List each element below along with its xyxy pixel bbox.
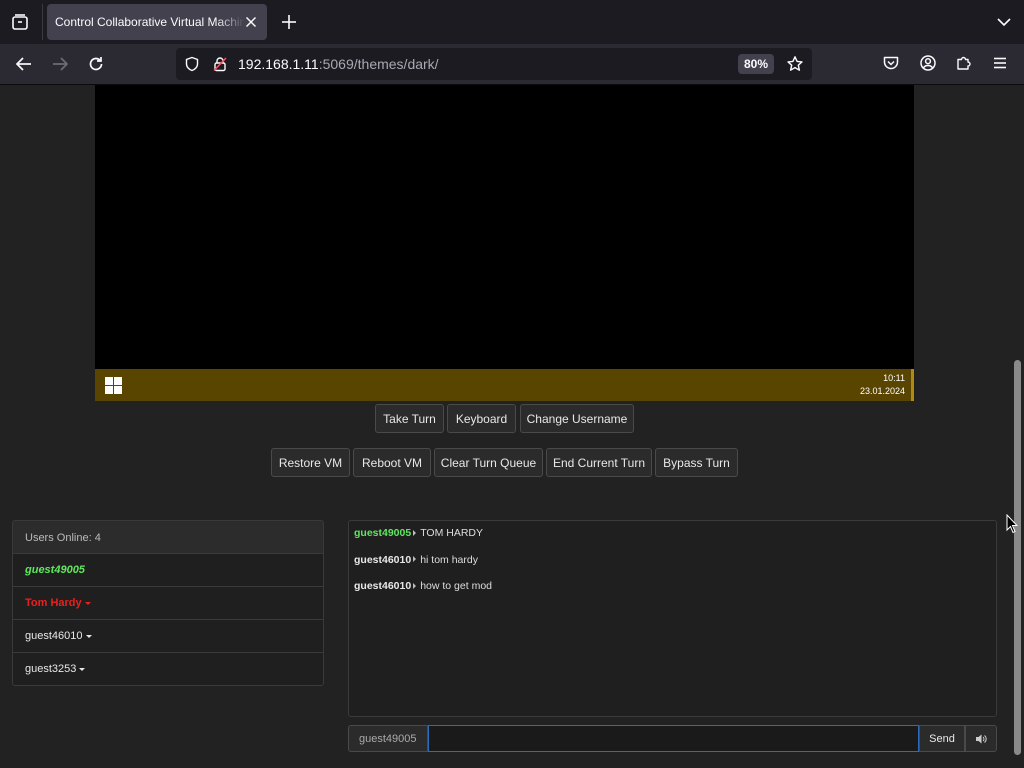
close-icon[interactable] (243, 14, 259, 30)
forward-arrow-icon[interactable] (50, 54, 70, 74)
bookmark-star-icon[interactable] (786, 55, 804, 73)
vm-taskbar[interactable]: 10:11 23.01.2024 (95, 369, 914, 401)
browser-tab-bar: Control Collaborative Virtual Machine (0, 0, 1024, 44)
chat-message-text: how to get mod (420, 580, 492, 592)
users-online-header: Users Online: 4 (13, 521, 323, 554)
chevron-down-icon[interactable] (84, 601, 91, 605)
url-host: 192.168.1.11 (238, 56, 319, 72)
end-current-turn-button[interactable]: End Current Turn (546, 448, 652, 477)
user-name: guest49005 (25, 564, 85, 576)
send-button[interactable]: Send (919, 725, 965, 752)
insecure-lock-icon[interactable] (212, 56, 228, 72)
user-list-item[interactable]: guest49005 (13, 554, 323, 587)
chat-message-user[interactable]: guest46010 (354, 580, 411, 592)
restore-vm-button[interactable]: Restore VM (271, 448, 350, 477)
users-online-panel: Users Online: 4 guest49005 Tom Hardy gue… (12, 520, 324, 686)
url-text[interactable]: 192.168.1.11:5069/themes/dark/ (238, 56, 439, 72)
user-name: Tom Hardy (25, 597, 82, 609)
chat-message-text: TOM HARDY (420, 527, 484, 539)
vm-clock-date: 23.01.2024 (859, 386, 905, 396)
chat-log[interactable]: guest49005 TOM HARDY guest46010 hi tom har… (348, 520, 997, 717)
tab-title: Control Collaborative Virtual Machine (55, 15, 245, 29)
chevron-down-icon[interactable] (79, 667, 86, 671)
chat-message-text: hi tom hardy (420, 553, 478, 566)
bypass-turn-button[interactable]: Bypass Turn (655, 448, 738, 477)
plus-icon[interactable] (280, 13, 298, 31)
back-arrow-icon[interactable] (14, 54, 34, 74)
chat-message-input[interactable] (428, 725, 919, 752)
vm-clock-time: 10:11 (883, 373, 905, 383)
chat-message: guest49005 TOM HARDY (354, 527, 991, 554)
menu-hamburger-icon[interactable] (991, 54, 1009, 72)
url-bar[interactable]: 192.168.1.11:5069/themes/dark/ 80% (176, 48, 812, 80)
pocket-icon[interactable] (882, 54, 900, 72)
windows-start-icon[interactable] (105, 377, 122, 394)
chevron-right-icon (413, 529, 417, 536)
chevron-right-icon (413, 582, 417, 589)
chat-input-bar: guest49005 Send (348, 725, 997, 752)
chevron-down-icon[interactable] (85, 634, 92, 638)
chevron-right-icon (413, 556, 417, 563)
chat-message: guest46010 how to get mod (354, 580, 991, 607)
vm-display[interactable]: 10:11 23.01.2024 (95, 85, 914, 401)
browser-nav-bar: 192.168.1.11:5069/themes/dark/ 80% (0, 44, 1024, 85)
chat-message-user[interactable]: guest49005 (354, 527, 411, 539)
page-content: 10:11 23.01.2024 Take Turn Keyboard Chan… (0, 85, 1010, 768)
mouse-cursor-icon (1006, 514, 1018, 534)
clear-turn-queue-button[interactable]: Clear Turn Queue (434, 448, 543, 477)
account-icon[interactable] (919, 54, 937, 72)
chevron-down-icon[interactable] (995, 14, 1013, 30)
chat-username-label: guest49005 (348, 725, 428, 752)
extensions-puzzle-icon[interactable] (955, 54, 973, 72)
keyboard-button[interactable]: Keyboard (447, 404, 516, 433)
chat-message-user[interactable]: guest46010 (354, 554, 411, 566)
user-list-item[interactable]: guest46010 (13, 620, 323, 653)
page-scrollbar[interactable] (1010, 85, 1024, 768)
url-path: :5069/themes/dark/ (318, 56, 439, 72)
change-username-button[interactable]: Change Username (520, 404, 634, 433)
zoom-level-badge[interactable]: 80% (738, 54, 775, 74)
speaker-icon (976, 734, 987, 743)
user-list-item[interactable]: Tom Hardy (13, 587, 323, 620)
user-list-item[interactable]: guest3253 (13, 653, 323, 685)
shield-icon[interactable] (184, 56, 200, 72)
volume-button[interactable] (965, 725, 997, 752)
reload-icon[interactable] (86, 54, 106, 74)
tab-list-icon[interactable] (10, 12, 30, 32)
scrollbar-thumb[interactable] (1014, 360, 1021, 755)
reboot-vm-button[interactable]: Reboot VM (353, 448, 431, 477)
vm-clock[interactable]: 10:11 23.01.2024 (860, 372, 905, 398)
active-tab[interactable]: Control Collaborative Virtual Machine (47, 4, 267, 40)
take-turn-button[interactable]: Take Turn (375, 404, 444, 433)
user-name: guest3253 (25, 663, 77, 675)
tab-separator (42, 4, 43, 40)
chat-message: guest46010 hi tom hardy (354, 554, 991, 581)
user-name: guest46010 (25, 630, 83, 642)
